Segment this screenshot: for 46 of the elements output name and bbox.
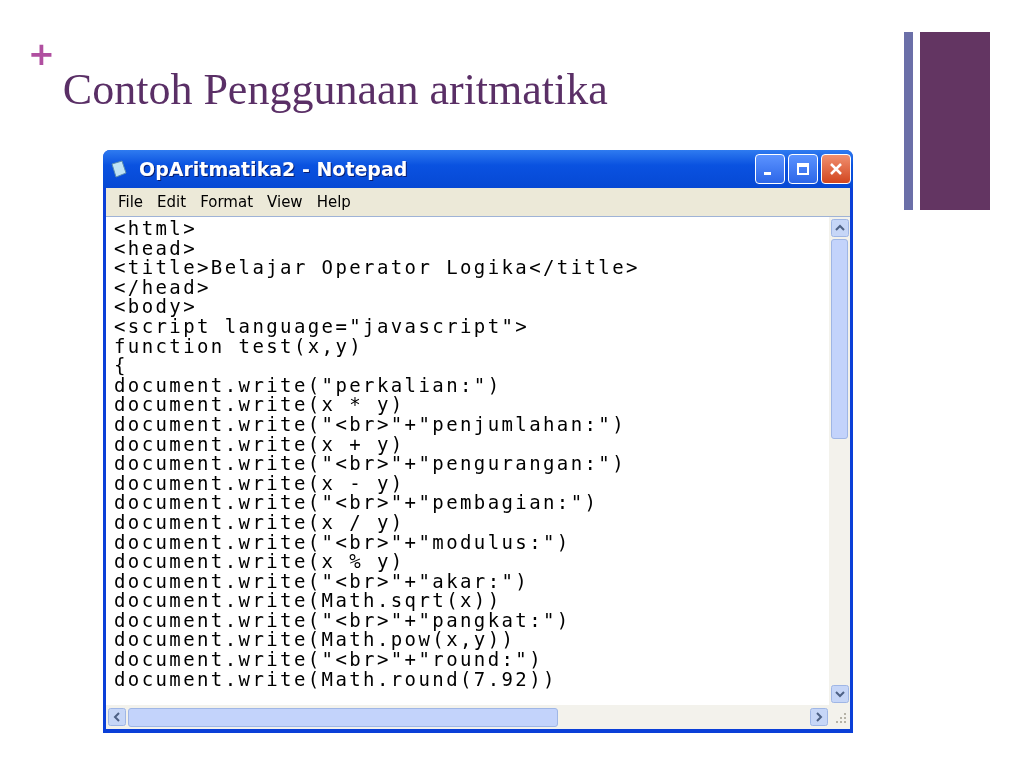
- code-line: {: [114, 356, 129, 376]
- close-icon: [829, 162, 843, 176]
- code-line: document.write("perkalian:"): [114, 375, 503, 396]
- code-line: function test(x,y): [114, 336, 364, 357]
- close-button[interactable]: [821, 154, 851, 184]
- code-line: document.write("<br>"+"round:"): [114, 650, 544, 670]
- notepad-icon: [109, 159, 129, 179]
- scroll-thumb[interactable]: [128, 707, 558, 727]
- maximize-button[interactable]: [788, 154, 818, 184]
- code-line: document.write(Math.sqrt(x)): [114, 591, 502, 611]
- plus-bullet: +: [28, 40, 55, 68]
- code-line: document.write(x % y): [114, 552, 405, 572]
- code-line: <html>: [114, 219, 199, 239]
- menu-item[interactable]: File: [112, 193, 150, 211]
- maximize-icon: [796, 162, 810, 176]
- code-line: document.write("<br>"+"modulus:"): [114, 532, 572, 553]
- horizontal-scrollbar[interactable]: [106, 705, 830, 729]
- code-line: document.write(x * y): [114, 395, 405, 415]
- code-line: document.write(x + y): [114, 434, 405, 455]
- minimize-icon: [764, 172, 771, 175]
- scroll-down-icon[interactable]: [830, 685, 849, 703]
- scroll-right-icon[interactable]: [810, 708, 828, 726]
- scroll-left-icon[interactable]: [108, 708, 126, 726]
- scroll-thumb[interactable]: [831, 239, 848, 439]
- code-line: document.write("<br>"+"pembagian:"): [114, 493, 600, 513]
- code-line: <head>: [114, 238, 199, 259]
- code-line: document.write("<br>"+"pengurangan:"): [114, 454, 628, 474]
- menu-item[interactable]: View: [261, 193, 309, 211]
- code-line: document.write("<br>"+"pangkat:"): [114, 610, 572, 631]
- slide-title: Contoh Penggunaan aritmatika: [62, 64, 608, 116]
- code-line: document.write(x - y): [114, 473, 405, 494]
- code-line: document.write(x / y): [114, 512, 405, 533]
- vertical-scrollbar[interactable]: [829, 217, 850, 705]
- menu-item[interactable]: Format: [194, 193, 260, 211]
- window-title: OpAritmatika2 - Notepad: [139, 158, 409, 180]
- menu-item[interactable]: Edit: [151, 193, 193, 211]
- menu-item[interactable]: Help: [310, 193, 357, 211]
- code-line: <title>Belajar Operator Logika</title>: [114, 258, 641, 278]
- scroll-up-icon[interactable]: [830, 219, 849, 237]
- code-line: </head>: [114, 277, 211, 298]
- code-line: document.write("<br>"+"penjumlahan:"): [114, 414, 628, 435]
- code-line: <script language="javascript">: [114, 316, 531, 337]
- code-line: <body>: [114, 297, 198, 317]
- code-line: document.write(Math.round(7.92)): [114, 669, 558, 690]
- minimize-button[interactable]: [755, 154, 785, 184]
- code-line: document.write("<br>"+"akar:"): [114, 571, 531, 592]
